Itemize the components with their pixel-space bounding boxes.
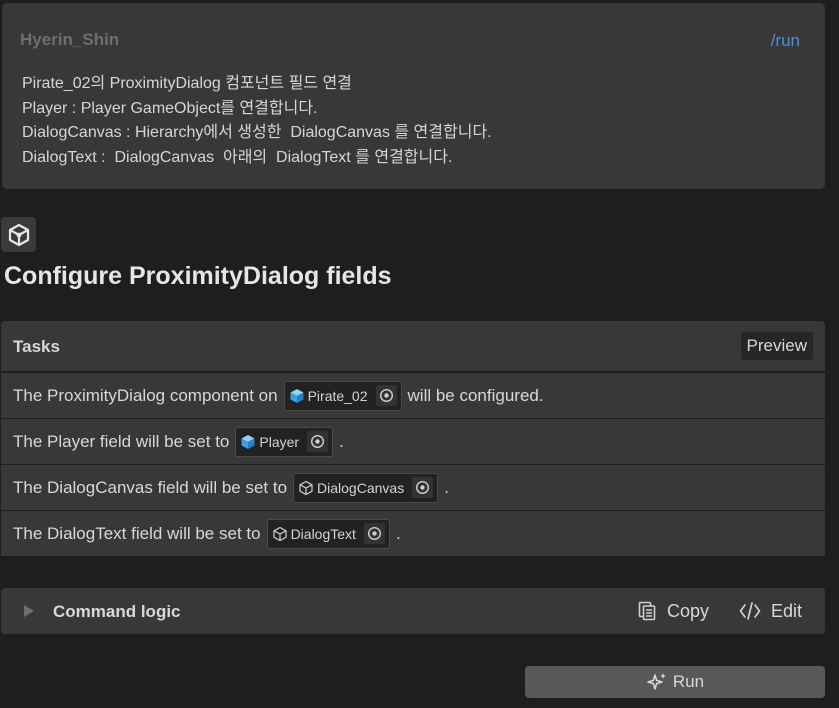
assistant-panel: Hyerin_Shin /run Pirate_02의 ProximityDia…	[0, 0, 839, 708]
object-reference-name: Pirate_02	[307, 387, 368, 404]
edit-button[interactable]: Edit	[739, 599, 802, 623]
caret-right-icon[interactable]	[23, 604, 35, 618]
task-row: The DialogCanvas field will be set to Di…	[1, 465, 825, 510]
task-text: .	[395, 523, 401, 543]
message-author: Hyerin_Shin	[20, 30, 120, 49]
object-reference-field[interactable]: Player	[235, 426, 334, 457]
message-line: Pirate_02의 ProximityDialog 컴포넌트 필드 연결	[22, 75, 352, 92]
task-row: The ProximityDialog component on Pirate_…	[1, 373, 825, 418]
command-logic-label: Command logic	[53, 602, 181, 621]
object-picker-icon[interactable]	[363, 523, 385, 544]
message-line: DialogCanvas : Hierarchy에서 생성한 DialogCan…	[22, 124, 492, 141]
copy-button[interactable]: Copy	[637, 599, 709, 623]
run-button[interactable]: Run	[525, 666, 825, 698]
object-reference-field[interactable]: DialogCanvas	[293, 472, 439, 503]
prefab-cube-icon	[290, 388, 304, 403]
task-row: The DialogText field will be set to Dial…	[1, 511, 825, 556]
task-text: The DialogText field will be set to	[13, 523, 261, 543]
tasks-header: Tasks Preview	[1, 321, 825, 371]
task-row: The Player field will be set to Player .	[1, 419, 825, 464]
prefab-cube-icon	[241, 434, 255, 449]
gameobject-cube-icon	[272, 526, 287, 541]
tasks-table: Tasks Preview The ProximityDialog compon…	[1, 321, 825, 561]
command-logic-foldout[interactable]: Command logic Copy Edit	[1, 588, 825, 634]
object-reference-field[interactable]: DialogText	[266, 518, 390, 549]
copy-icon	[638, 601, 656, 621]
command-link[interactable]: /run	[771, 31, 800, 51]
response-title: Configure ProximityDialog fields	[4, 262, 392, 290]
code-icon	[739, 602, 761, 620]
message-body: Pirate_02의 ProximityDialog 컴포넌트 필드 연결 Pl…	[22, 72, 492, 170]
message-line: Player : Player GameObject를 연결합니다.	[22, 99, 318, 117]
object-picker-icon[interactable]	[307, 431, 329, 452]
task-text: The Player field will be set to	[13, 431, 230, 451]
tasks-title: Tasks	[13, 337, 60, 356]
edit-label: Edit	[771, 600, 803, 621]
object-reference-name: DialogCanvas	[317, 479, 405, 496]
preview-button[interactable]: Preview	[740, 332, 813, 360]
task-text: .	[444, 477, 449, 497]
task-text: The ProximityDialog component on	[13, 385, 278, 405]
copy-label: Copy	[667, 600, 710, 621]
object-reference-name: Player	[259, 433, 300, 450]
object-reference-field[interactable]: Pirate_02	[283, 380, 402, 411]
task-text: will be configured.	[407, 385, 544, 405]
run-label: Run	[672, 672, 705, 691]
sparkle-icon	[647, 673, 666, 690]
object-picker-icon[interactable]	[412, 477, 434, 498]
message-line: DialogText : DialogCanvas 아래의 DialogText…	[22, 148, 453, 166]
task-text: The DialogCanvas field will be set to	[13, 477, 288, 497]
object-reference-name: DialogText	[290, 525, 356, 542]
gameobject-cube-icon	[299, 480, 313, 495]
unity-cube-icon	[1, 217, 36, 252]
task-text: .	[339, 431, 344, 451]
object-picker-icon[interactable]	[375, 385, 397, 406]
user-message-card: Hyerin_Shin /run Pirate_02의 ProximityDia…	[2, 3, 825, 189]
